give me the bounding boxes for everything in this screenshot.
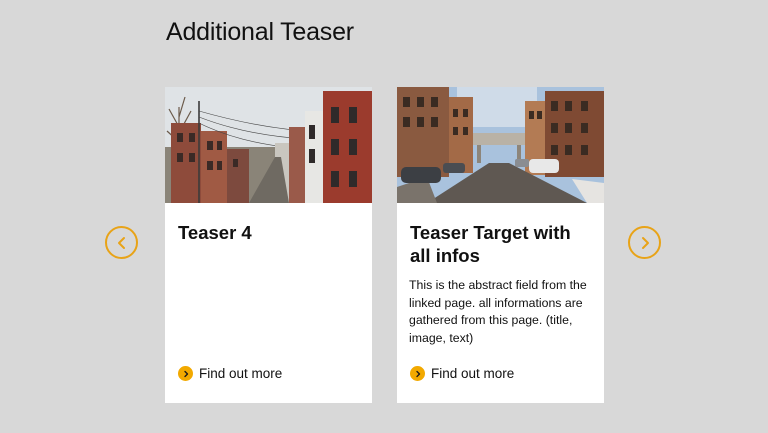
chevron-right-icon	[410, 366, 425, 381]
teaser-card-abstract: This is the abstract field from the link…	[409, 278, 587, 345]
teaser-card-title[interactable]: Teaser 4	[178, 221, 362, 244]
teaser-card-title[interactable]: Teaser Target with all infos	[410, 221, 594, 267]
carousel-next-button[interactable]	[628, 226, 661, 259]
teaser-card-2[interactable]: Teaser Target with all infos This is the…	[397, 87, 604, 403]
chevron-right-icon	[178, 366, 193, 381]
chevron-right-icon	[641, 236, 649, 249]
find-out-more-link[interactable]: Find out more	[178, 366, 282, 381]
teaser-card-1[interactable]: Teaser 4 Find out more	[165, 87, 372, 403]
carousel-prev-button[interactable]	[105, 226, 138, 259]
teaser-card-image[interactable]	[165, 87, 372, 203]
find-out-more-label: Find out more	[431, 366, 515, 381]
find-out-more-link[interactable]: Find out more	[410, 366, 514, 381]
page-title: Additional Teaser	[166, 18, 354, 46]
chevron-left-icon	[117, 236, 125, 249]
find-out-more-label: Find out more	[199, 366, 283, 381]
teaser-card-image[interactable]	[397, 87, 604, 203]
street-houses-image	[165, 87, 372, 203]
city-street-image	[397, 87, 604, 203]
